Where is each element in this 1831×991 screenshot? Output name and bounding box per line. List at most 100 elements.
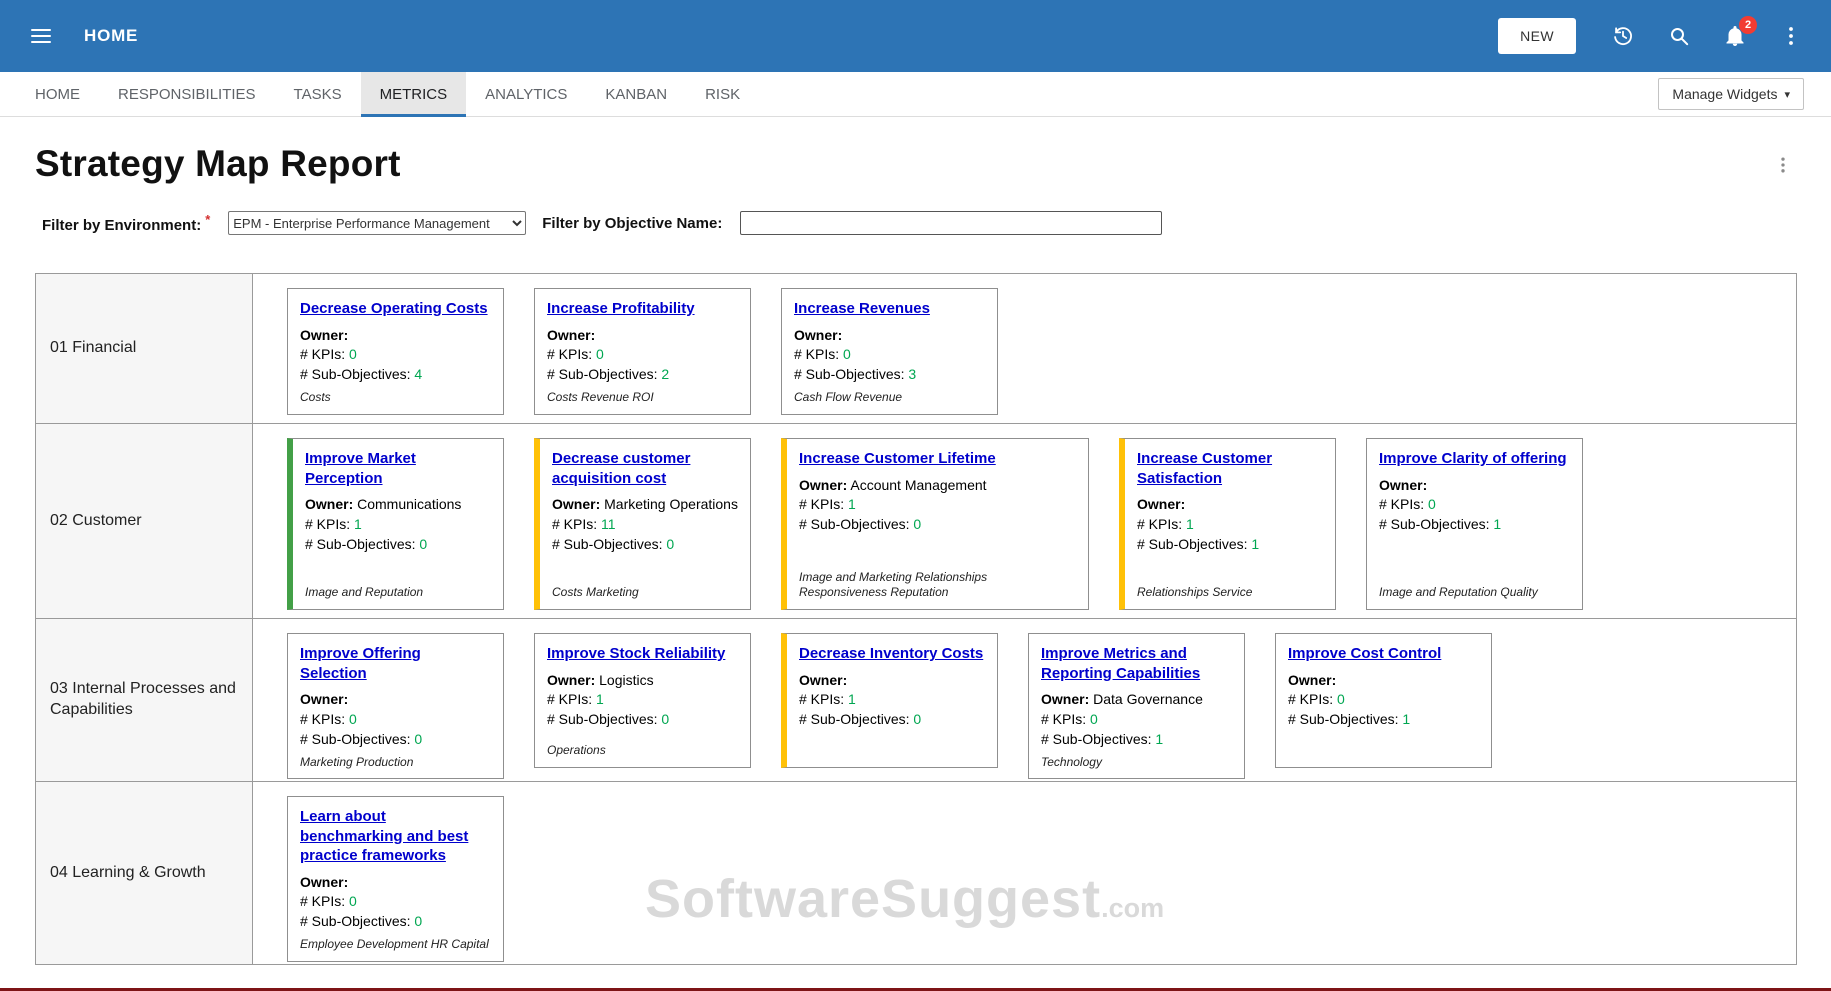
objective-link[interactable]: Decrease Operating Costs [300, 299, 491, 319]
menu-icon[interactable] [28, 23, 54, 49]
subobj-line: # Sub-Objectives: 1 [1041, 730, 1232, 750]
kpis-value: 0 [1428, 496, 1436, 512]
objective-link[interactable]: Decrease Inventory Costs [799, 644, 985, 664]
card-tags: Cash Flow Revenue [794, 385, 985, 406]
card-tags: Operations [547, 738, 738, 759]
kpis-line: # KPIs: 1 [547, 690, 738, 710]
subobj-value: 0 [913, 711, 921, 727]
objective-link[interactable]: Improve Metrics and Reporting Capabiliti… [1041, 644, 1232, 683]
subobj-label: # Sub-Objectives: [799, 516, 910, 532]
owner-label: Owner: [300, 327, 348, 343]
tab-metrics[interactable]: METRICS [361, 72, 467, 117]
objective-link[interactable]: Improve Cost Control [1288, 644, 1479, 664]
objective-link[interactable]: Increase Revenues [794, 299, 985, 319]
objective-link[interactable]: Improve Clarity of offering [1379, 449, 1570, 469]
owner-label: Owner: [1137, 496, 1185, 512]
row-cards: Learn about benchmarking and best practi… [253, 782, 1796, 964]
tab-home[interactable]: HOME [16, 72, 99, 117]
objective-link[interactable]: Increase Profitability [547, 299, 738, 319]
objective-name-input[interactable] [740, 211, 1162, 235]
owner-value: Account Management [850, 477, 986, 493]
history-icon[interactable] [1610, 23, 1636, 49]
notifications-bell-icon[interactable]: 2 [1722, 23, 1748, 49]
top-app-bar: HOME NEW 2 [0, 0, 1831, 72]
objective-card: Increase Customer Satisfaction Owner: # … [1119, 438, 1336, 610]
objective-card: Decrease Inventory Costs Owner: # KPIs: … [781, 633, 998, 768]
subobj-value: 1 [1493, 516, 1501, 532]
tabs: HOMERESPONSIBILITIESTASKSMETRICSANALYTIC… [16, 72, 759, 117]
subobj-label: # Sub-Objectives: [300, 913, 411, 929]
subobj-label: # Sub-Objectives: [305, 536, 416, 552]
objective-link[interactable]: Increase Customer Lifetime [799, 449, 1076, 469]
kpis-label: # KPIs: [552, 516, 597, 532]
tab-risk[interactable]: RISK [686, 72, 759, 117]
owner-label: Owner: [1041, 691, 1089, 707]
card-tags: Employee Development HR Capital [300, 932, 491, 953]
owner-line: Owner: [799, 671, 985, 691]
kpis-line: # KPIs: 0 [1379, 495, 1570, 515]
kpis-label: # KPIs: [1379, 496, 1424, 512]
owner-label: Owner: [305, 496, 353, 512]
strategy-row: 03 Internal Processes and Capabilities I… [36, 619, 1796, 782]
objective-link[interactable]: Decrease customer acquisition cost [552, 449, 738, 488]
kpis-label: # KPIs: [547, 346, 592, 362]
subobj-line: # Sub-Objectives: 1 [1288, 710, 1479, 730]
owner-line: Owner: [300, 326, 491, 346]
subobj-label: # Sub-Objectives: [547, 366, 658, 382]
subobj-line: # Sub-Objectives: 0 [552, 535, 738, 555]
objective-link[interactable]: Improve Market Perception [305, 449, 491, 488]
subobj-label: # Sub-Objectives: [552, 536, 663, 552]
tab-analytics[interactable]: ANALYTICS [466, 72, 586, 117]
kpis-value: 0 [349, 893, 357, 909]
kpis-value: 0 [596, 346, 604, 362]
subobj-line: # Sub-Objectives: 0 [547, 710, 738, 730]
subobj-line: # Sub-Objectives: 0 [799, 515, 1076, 535]
kpis-line: # KPIs: 0 [300, 710, 491, 730]
tab-responsibilities[interactable]: RESPONSIBILITIES [99, 72, 275, 117]
subobj-line: # Sub-Objectives: 2 [547, 365, 738, 385]
tab-tasks[interactable]: TASKS [275, 72, 361, 117]
objective-link[interactable]: Improve Stock Reliability [547, 644, 738, 664]
owner-value: Data Governance [1093, 691, 1203, 707]
manage-widgets-button[interactable]: Manage Widgets ▾ [1658, 78, 1804, 110]
kpis-line: # KPIs: 11 [552, 515, 738, 535]
row-cards: Improve Market Perception Owner: Communi… [253, 424, 1796, 618]
subobj-value: 1 [1251, 536, 1259, 552]
overflow-menu-icon[interactable] [1778, 23, 1804, 49]
card-tags [1288, 754, 1479, 759]
subobj-line: # Sub-Objectives: 0 [305, 535, 491, 555]
tab-kanban[interactable]: KANBAN [586, 72, 686, 117]
caret-down-icon: ▾ [1784, 88, 1790, 101]
objective-link[interactable]: Improve Offering Selection [300, 644, 491, 683]
owner-label: Owner: [1379, 477, 1427, 493]
card-tags: Costs [300, 385, 491, 406]
card-tags: Image and Reputation [305, 580, 491, 601]
objective-card: Learn about benchmarking and best practi… [287, 796, 504, 962]
subobj-label: # Sub-Objectives: [1379, 516, 1490, 532]
row-label: 04 Learning & Growth [36, 782, 253, 964]
objective-link[interactable]: Learn about benchmarking and best practi… [300, 807, 491, 866]
owner-value: Logistics [599, 672, 653, 688]
objective-link[interactable]: Increase Customer Satisfaction [1137, 449, 1323, 488]
owner-line: Owner: [1137, 495, 1323, 515]
environment-select[interactable]: EPM - Enterprise Performance Management [228, 211, 526, 235]
objective-card: Increase Revenues Owner: # KPIs: 0 # Sub… [781, 288, 998, 415]
kpis-label: # KPIs: [305, 516, 350, 532]
new-button[interactable]: NEW [1498, 18, 1576, 54]
search-icon[interactable] [1666, 23, 1692, 49]
owner-line: Owner: Communications [305, 495, 491, 515]
widget-kebab-menu-icon[interactable] [1773, 155, 1793, 180]
kpis-value: 1 [848, 496, 856, 512]
kpis-value: 0 [1337, 691, 1345, 707]
owner-label: Owner: [799, 477, 847, 493]
owner-line: Owner: [300, 873, 491, 893]
card-tags: Marketing Production [300, 750, 491, 771]
topbar-right: NEW 2 [1498, 18, 1804, 54]
app-root: HOME NEW 2 HOMERESPONSIBIL [0, 0, 1831, 991]
kpis-value: 1 [354, 516, 362, 532]
subobj-line: # Sub-Objectives: 0 [799, 710, 985, 730]
subobj-label: # Sub-Objectives: [1288, 711, 1399, 727]
subobj-line: # Sub-Objectives: 1 [1379, 515, 1570, 535]
objective-card: Improve Metrics and Reporting Capabiliti… [1028, 633, 1245, 779]
strategy-grid: 01 Financial Decrease Operating Costs Ow… [35, 273, 1797, 965]
